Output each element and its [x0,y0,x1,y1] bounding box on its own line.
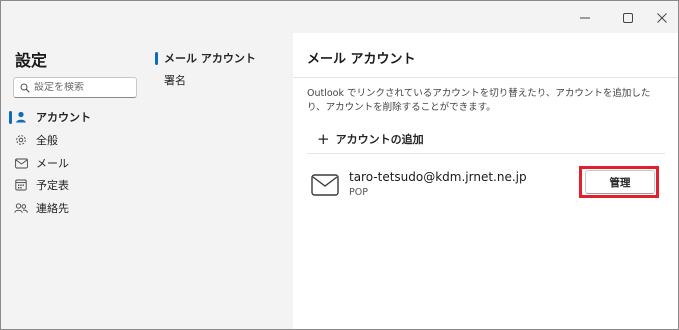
nav-item-mail[interactable]: メール [9,153,147,173]
search-input[interactable] [30,82,134,93]
person-icon [14,110,28,124]
search-box[interactable] [13,77,137,98]
divider [293,77,678,78]
content-pane: メール アカウント Outlook でリンクされているアカウントを切り替えたり、… [293,33,678,329]
account-email: taro-tetsudo@kdm.jrnet.ne.jp [349,170,527,184]
nav-item-calendar[interactable]: 予定表 [9,175,147,195]
settings-subnav-pane: メール アカウント 署名 [151,33,293,329]
settings-window: 設定 アカウント 全般 メール [0,0,679,330]
subnav-item-signature[interactable]: 署名 [164,71,186,89]
nav-item-label: 連絡先 [36,202,69,215]
gear-icon [14,133,28,147]
description-text: Outlook でリンクされているアカウントを切り替えたり、アカウントを追加した… [307,88,651,113]
maximize-icon [623,13,633,23]
nav-item-label: 予定表 [36,179,69,192]
maximize-button[interactable] [614,7,642,29]
nav-item-label: 全般 [36,134,58,147]
account-type: POP [349,187,368,198]
selection-indicator [9,111,12,124]
plus-icon: + [317,130,330,148]
minimize-button[interactable] [571,7,599,29]
subnav-item-mail-accounts[interactable]: メール アカウント [155,49,256,67]
close-button[interactable] [648,7,676,29]
close-icon [657,13,667,23]
minimize-icon [580,13,590,23]
title-bar [1,1,678,33]
add-account-button[interactable]: + アカウントの追加 [317,131,424,147]
manage-button[interactable]: 管理 [585,170,655,194]
mail-icon [14,156,28,170]
settings-nav-pane: 設定 アカウント 全般 メール [1,33,151,329]
nav-item-general[interactable]: 全般 [9,130,147,150]
nav-item-contacts[interactable]: 連絡先 [9,198,147,218]
add-account-label: アカウントの追加 [335,133,424,146]
search-icon [14,78,30,97]
calendar-icon [14,178,28,192]
account-row: taro-tetsudo@kdm.jrnet.ne.jp POP 管理 [293,154,678,214]
subnav-item-label: 署名 [164,74,186,87]
nav-item-account[interactable]: アカウント [9,107,147,127]
selection-indicator [155,51,158,65]
content-title: メール アカウント [307,52,416,67]
mail-account-icon [311,174,339,200]
subnav-item-label: メール アカウント [164,52,256,65]
page-title: 設定 [15,51,48,70]
nav-item-label: アカウント [36,111,91,124]
nav-item-label: メール [36,157,69,170]
people-icon [14,201,28,215]
